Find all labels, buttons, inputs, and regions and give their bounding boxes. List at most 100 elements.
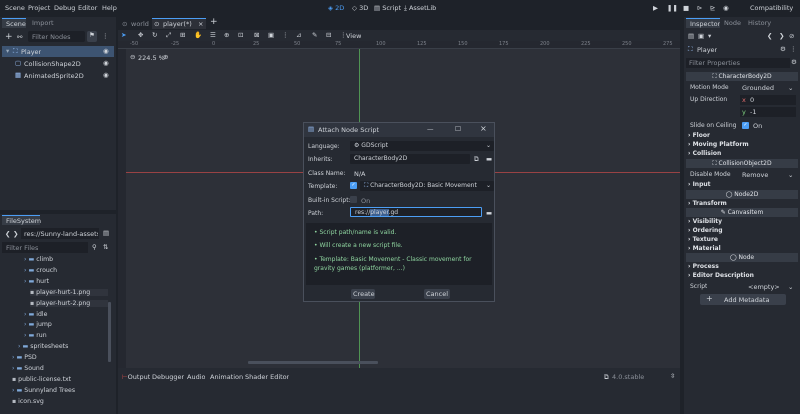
menu-debug[interactable]: Debug (54, 4, 75, 12)
lock-icon[interactable]: ⊠ (254, 31, 259, 39)
section-collisionobject2d[interactable]: ⛶ CollisionObject2D (686, 159, 798, 168)
tab-debugger[interactable]: Debugger (152, 373, 184, 381)
group-icon[interactable]: ▣ (268, 31, 274, 39)
zoom-in-icon[interactable]: ⊕ (163, 53, 168, 61)
tab-output[interactable]: ⊢Output (122, 373, 150, 381)
add-metadata-button[interactable]: + Add Metadata (700, 294, 786, 305)
group-process[interactable]: › Process (688, 263, 719, 270)
folder-item[interactable]: › ▬ PSD (12, 354, 37, 361)
cancel-button[interactable]: Cancel (424, 289, 450, 299)
rotate-tool-icon[interactable]: ↻ (152, 31, 157, 39)
file-item[interactable]: ▪ icon.svg (12, 398, 44, 405)
section-node[interactable]: ◯ Node (686, 253, 798, 262)
add-node-icon[interactable]: + (5, 32, 13, 42)
object-properties-icon[interactable]: ⋮ (790, 45, 797, 53)
renderer-select[interactable]: Compatibility (750, 4, 793, 12)
viewport-scrollbar[interactable] (248, 361, 378, 364)
tab-import[interactable]: Import (32, 19, 54, 27)
tab-shader-editor[interactable]: Shader Editor (245, 373, 289, 381)
visibility-eye-icon[interactable]: ◉ (103, 71, 109, 79)
maximize-icon[interactable]: ☐ (455, 125, 461, 133)
filter-nodes-input[interactable]: Filter Nodes (28, 31, 85, 42)
close-icon[interactable]: × (480, 124, 487, 133)
motion-mode-select[interactable]: Grounded ⌄ (740, 83, 796, 93)
tab-audio[interactable]: Audio (187, 373, 205, 381)
expand-panel-icon[interactable]: ⇳ (670, 372, 675, 380)
workspace-assetlib[interactable]: ⤓ AssetLib (404, 4, 436, 13)
group-material[interactable]: › Material (688, 245, 721, 252)
properties-menu-icon[interactable]: ⚙ (791, 58, 797, 66)
folder-item[interactable]: › ▬ run (24, 332, 47, 339)
tab-node[interactable]: Node (724, 19, 741, 27)
slide-on-ceiling-checkbox[interactable]: ✓ On (740, 121, 796, 131)
tab-player[interactable]: ⊙ player(*) × (152, 18, 206, 29)
filter-properties-input[interactable]: Filter Properties (686, 58, 790, 68)
pause-icon[interactable]: ❚❚ (667, 4, 678, 12)
section-characterbody2d[interactable]: ⛶ CharacterBody2D (686, 72, 798, 81)
folder-item[interactable]: › ▬ climb (24, 256, 53, 263)
folder-item[interactable]: › ▬ jump (24, 321, 52, 328)
group-transform[interactable]: › Transform (688, 200, 727, 207)
zoom-level[interactable]: 224.5 % (138, 54, 165, 62)
tree-row-animatedsprite[interactable]: ▦ AnimatedSprite2D ◉ (2, 70, 114, 81)
workspace-3d[interactable]: ◇ 3D (352, 4, 368, 12)
forward-icon[interactable]: ❯ (13, 230, 18, 238)
ruler-tool-icon[interactable]: ⊞ (180, 31, 185, 39)
wrench-icon[interactable]: ✎ (312, 31, 317, 39)
play-icon[interactable]: ▶ (653, 4, 658, 12)
path-field[interactable]: res://Sunny-land-assets-file (21, 228, 99, 239)
menu-editor[interactable]: Editor (78, 4, 97, 12)
file-item[interactable]: ▪ player-hurt-1.png (30, 288, 108, 296)
group-collision[interactable]: › Collision (688, 150, 721, 157)
menu-icon[interactable]: ⋮ (102, 32, 109, 40)
object-menu-icon[interactable]: ⚙ (780, 45, 786, 53)
history-menu-icon[interactable]: ⊘ (789, 32, 794, 40)
bone-icon[interactable]: ⊿ (296, 31, 301, 39)
workspace-script[interactable]: ▤ Script (374, 4, 401, 12)
sort-icon[interactable]: ⇅ (103, 243, 108, 251)
history-back-icon[interactable]: ❮ (767, 32, 772, 40)
language-select[interactable]: ⚙ GDScript ⌄ (350, 141, 494, 151)
view-menu[interactable]: View (346, 32, 361, 40)
attach-script-icon[interactable]: ⚑ (87, 31, 97, 42)
create-button[interactable]: Create (351, 289, 375, 299)
up-direction-y-field[interactable]: y -1 (740, 107, 796, 117)
group-visibility[interactable]: › Visibility (688, 218, 722, 225)
play-custom-icon[interactable]: ⊵ (710, 4, 715, 12)
path-input[interactable]: res://player.gd (350, 207, 482, 217)
file-item[interactable]: ▪ public-license.txt (12, 376, 71, 383)
history-forward-icon[interactable]: ❯ (779, 32, 784, 40)
zoom-out-icon[interactable]: ⊖ (130, 53, 135, 61)
tab-animation[interactable]: Animation (210, 373, 243, 381)
folder-icon[interactable]: ▬ (486, 209, 492, 217)
tab-world[interactable]: ⊙ world (120, 18, 150, 29)
back-icon[interactable]: ❮ (5, 230, 10, 238)
new-resource-icon[interactable]: ▤ (688, 32, 694, 40)
select-tool-icon[interactable]: ➤ (121, 31, 126, 39)
snap-icon[interactable]: ⊡ (238, 31, 243, 39)
link-icon[interactable]: ⚯ (17, 33, 22, 41)
close-icon[interactable]: × (198, 20, 203, 28)
disable-mode-select[interactable]: Remove ⌄ (740, 170, 796, 180)
tree-row-player[interactable]: ▾ ⛶ Player ◉ (2, 46, 114, 57)
workspace-2d[interactable]: ◈ 2D (328, 4, 344, 12)
section-canvasitem[interactable]: ✎ CanvasItem (686, 208, 798, 217)
play-scene-icon[interactable]: ⊳ (697, 4, 702, 12)
folder-item[interactable]: › ▬ crouch (24, 267, 57, 274)
new-tab-icon[interactable]: + (210, 17, 218, 27)
inherits-input[interactable]: CharacterBody2D (350, 154, 470, 164)
file-item[interactable]: ▪ player-hurt-2.png (30, 299, 108, 307)
movie-icon[interactable]: ◉ (723, 4, 729, 12)
group-texture[interactable]: › Texture (688, 236, 718, 243)
menu-help[interactable]: Help (102, 4, 117, 12)
menu-scene[interactable]: Scene (5, 4, 25, 12)
folder-item[interactable]: › ▬ Sunnyland Trees (12, 387, 75, 394)
load-icon[interactable]: ▣ (698, 32, 704, 40)
tab-scene[interactable]: Scene (2, 18, 26, 28)
tab-history[interactable]: History (748, 19, 771, 27)
move-tool-icon[interactable]: ✥ (138, 31, 143, 39)
group-ordering[interactable]: › Ordering (688, 227, 723, 234)
group-input[interactable]: › Input (688, 181, 711, 188)
search-icon[interactable]: ⚲ (92, 243, 97, 251)
visibility-eye-icon[interactable]: ◉ (103, 59, 109, 67)
